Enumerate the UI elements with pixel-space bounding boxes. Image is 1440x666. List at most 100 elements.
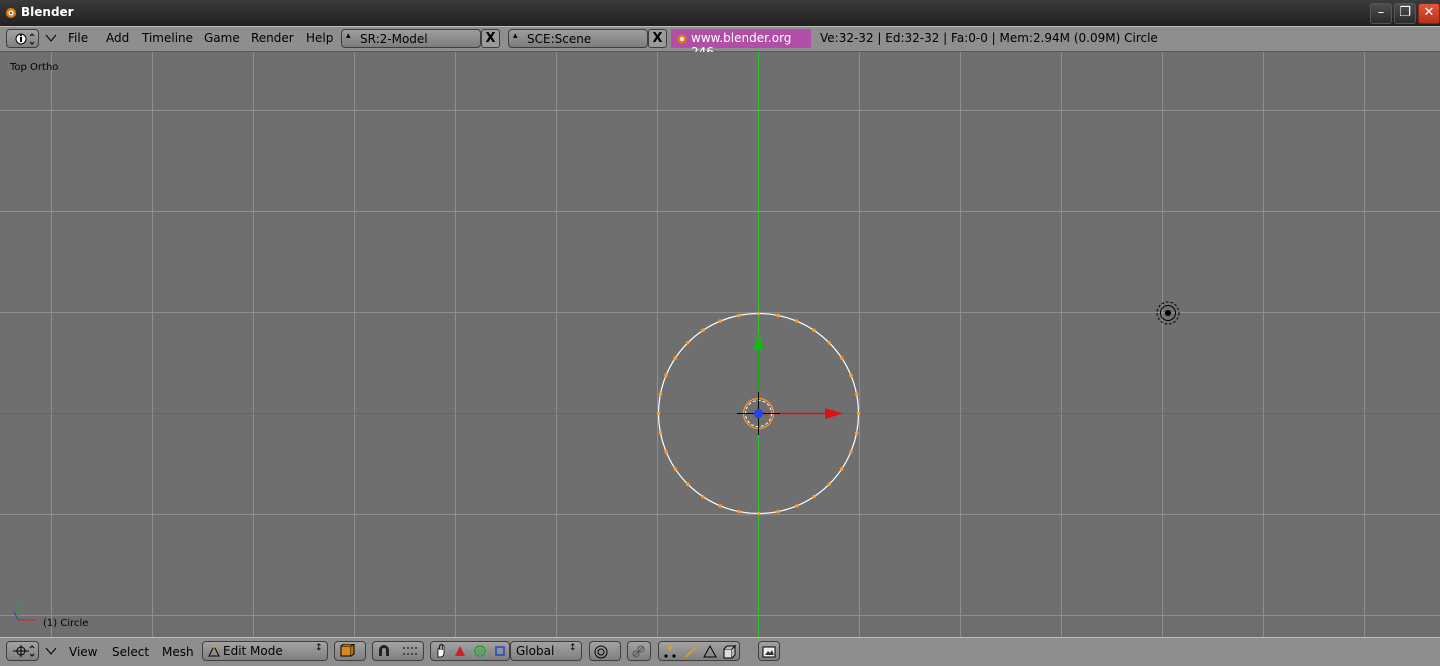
mesh-vertex[interactable] bbox=[827, 340, 832, 345]
mesh-vertex[interactable] bbox=[839, 356, 844, 360]
menu-add[interactable]: Add bbox=[106, 31, 129, 45]
close-button[interactable]: ✕ bbox=[1418, 3, 1440, 24]
vertex-select-icon[interactable] bbox=[662, 644, 678, 660]
3d-viewport[interactable] bbox=[0, 52, 1440, 637]
window-type-button[interactable] bbox=[6, 641, 39, 661]
render-opengl-icon bbox=[762, 646, 776, 658]
manipulator-group[interactable] bbox=[430, 641, 510, 661]
active-object-label: (1) Circle bbox=[43, 618, 89, 629]
render-opengl-button[interactable] bbox=[758, 641, 780, 661]
mesh-vertex[interactable] bbox=[812, 494, 816, 499]
window-title-bar: Blender – ❐ ✕ bbox=[0, 0, 1440, 26]
mesh-vertex[interactable] bbox=[854, 431, 859, 435]
delete-scene-button[interactable]: X bbox=[648, 29, 667, 48]
mesh-vertex[interactable] bbox=[658, 431, 663, 435]
link-icon bbox=[632, 645, 645, 658]
mesh-vertex[interactable] bbox=[849, 449, 853, 454]
mesh-vertex[interactable] bbox=[658, 392, 663, 396]
collapse-arrow-icon[interactable] bbox=[44, 33, 58, 43]
updown-arrow-icon: ↕ bbox=[315, 643, 323, 653]
mesh-vertex[interactable] bbox=[812, 328, 816, 333]
hand-tool-icon[interactable] bbox=[433, 643, 449, 659]
scale-manipulator-icon[interactable] bbox=[494, 645, 506, 657]
view-orientation-label: Top Ortho bbox=[10, 62, 59, 73]
collapse-arrow-icon[interactable] bbox=[44, 646, 58, 656]
mesh-vertex[interactable] bbox=[718, 504, 723, 508]
face-select-icon[interactable] bbox=[702, 644, 718, 660]
menu-view[interactable]: View bbox=[69, 645, 97, 659]
scene-stats: Ve:32-32 | Ed:32-32 | Fa:0-0 | Mem:2.94M… bbox=[820, 31, 1158, 45]
menu-game[interactable]: Game bbox=[204, 31, 240, 45]
mesh-vertex[interactable] bbox=[849, 373, 853, 378]
edge-select-icon[interactable] bbox=[683, 644, 699, 660]
mesh-vertex[interactable] bbox=[673, 356, 678, 360]
mesh-vertex[interactable] bbox=[776, 509, 780, 514]
mesh-vertex[interactable] bbox=[794, 504, 799, 508]
menu-timeline[interactable]: Timeline bbox=[142, 31, 193, 45]
mode-select[interactable]: Edit Mode ↕ bbox=[202, 641, 328, 661]
mesh-vertex[interactable] bbox=[856, 411, 861, 416]
mesh-vertex[interactable] bbox=[839, 467, 844, 471]
occlude-background-icon[interactable] bbox=[721, 644, 737, 660]
delete-icon: X bbox=[652, 31, 663, 46]
delete-screen-button[interactable]: X bbox=[481, 29, 500, 48]
grid bbox=[0, 52, 1440, 637]
mesh-vertex[interactable] bbox=[685, 482, 690, 487]
snap-magnet-icon bbox=[379, 645, 389, 656]
viewport-canvas[interactable] bbox=[0, 52, 1440, 637]
updown-arrow-icon: ↕ bbox=[569, 643, 577, 653]
menu-mesh[interactable]: Mesh bbox=[162, 645, 194, 659]
restore-icon: ❐ bbox=[1399, 5, 1411, 20]
draw-type-icon bbox=[340, 644, 355, 657]
mesh-vertex[interactable] bbox=[776, 313, 780, 318]
mesh-vertex[interactable] bbox=[827, 482, 832, 487]
translate-manipulator[interactable] bbox=[737, 333, 843, 435]
pivot-select[interactable] bbox=[372, 641, 424, 661]
proportional-edit-icon bbox=[594, 645, 608, 659]
rotate-manipulator-icon[interactable] bbox=[473, 644, 487, 658]
pivot-icon bbox=[403, 647, 419, 655]
mesh-vertex[interactable] bbox=[656, 411, 661, 416]
menu-render[interactable]: Render bbox=[251, 31, 294, 45]
axis-widget-icon bbox=[13, 602, 36, 621]
screen-select[interactable]: ▴ SR:2-Model bbox=[341, 29, 481, 48]
mesh-vertex[interactable] bbox=[794, 319, 799, 323]
proportional-edit-select[interactable] bbox=[589, 641, 621, 661]
mesh-vertex[interactable] bbox=[673, 467, 678, 471]
z-handle-icon[interactable] bbox=[754, 409, 763, 418]
blender-logo-icon bbox=[677, 34, 687, 44]
mesh-vertex[interactable] bbox=[701, 328, 705, 333]
menu-help[interactable]: Help bbox=[306, 31, 333, 45]
window-type-icon bbox=[15, 33, 35, 45]
minimize-icon: – bbox=[1377, 5, 1385, 20]
delete-icon: X bbox=[485, 31, 496, 46]
mesh-vertex[interactable] bbox=[756, 311, 761, 316]
mesh-vertex[interactable] bbox=[737, 509, 741, 514]
mesh-vertex[interactable] bbox=[664, 449, 668, 454]
select-mode-group[interactable] bbox=[658, 641, 740, 661]
mesh-vertex[interactable] bbox=[664, 373, 668, 378]
3d-cursor-icon[interactable] bbox=[1156, 301, 1180, 325]
mesh-vertex[interactable] bbox=[854, 392, 859, 396]
blender-website-link[interactable]: www.blender.org 246 bbox=[671, 29, 811, 59]
x-arrow-icon[interactable] bbox=[825, 408, 843, 419]
translate-manipulator-icon[interactable] bbox=[453, 645, 467, 657]
window-title: Blender bbox=[21, 5, 74, 19]
scene-select[interactable]: ▴ SCE:Scene bbox=[508, 29, 648, 48]
window-type-button[interactable] bbox=[6, 29, 39, 48]
orientation-select[interactable]: Global ↕ bbox=[510, 641, 582, 661]
minimize-button[interactable]: – bbox=[1370, 3, 1392, 24]
close-icon: ✕ bbox=[1423, 5, 1435, 20]
menu-file[interactable]: File bbox=[68, 31, 88, 45]
mesh-vertex[interactable] bbox=[718, 319, 723, 323]
y-arrow-icon[interactable] bbox=[753, 333, 764, 350]
mesh-vertex[interactable] bbox=[756, 511, 761, 516]
mesh-vertex[interactable] bbox=[685, 340, 690, 345]
restore-button[interactable]: ❐ bbox=[1394, 3, 1416, 24]
draw-type-select[interactable] bbox=[334, 641, 366, 661]
updown-arrow-icon: ▴ bbox=[346, 31, 351, 41]
mesh-vertex[interactable] bbox=[737, 313, 741, 318]
snap-toggle[interactable] bbox=[627, 641, 651, 661]
menu-select[interactable]: Select bbox=[112, 645, 149, 659]
mesh-vertex[interactable] bbox=[701, 494, 705, 499]
